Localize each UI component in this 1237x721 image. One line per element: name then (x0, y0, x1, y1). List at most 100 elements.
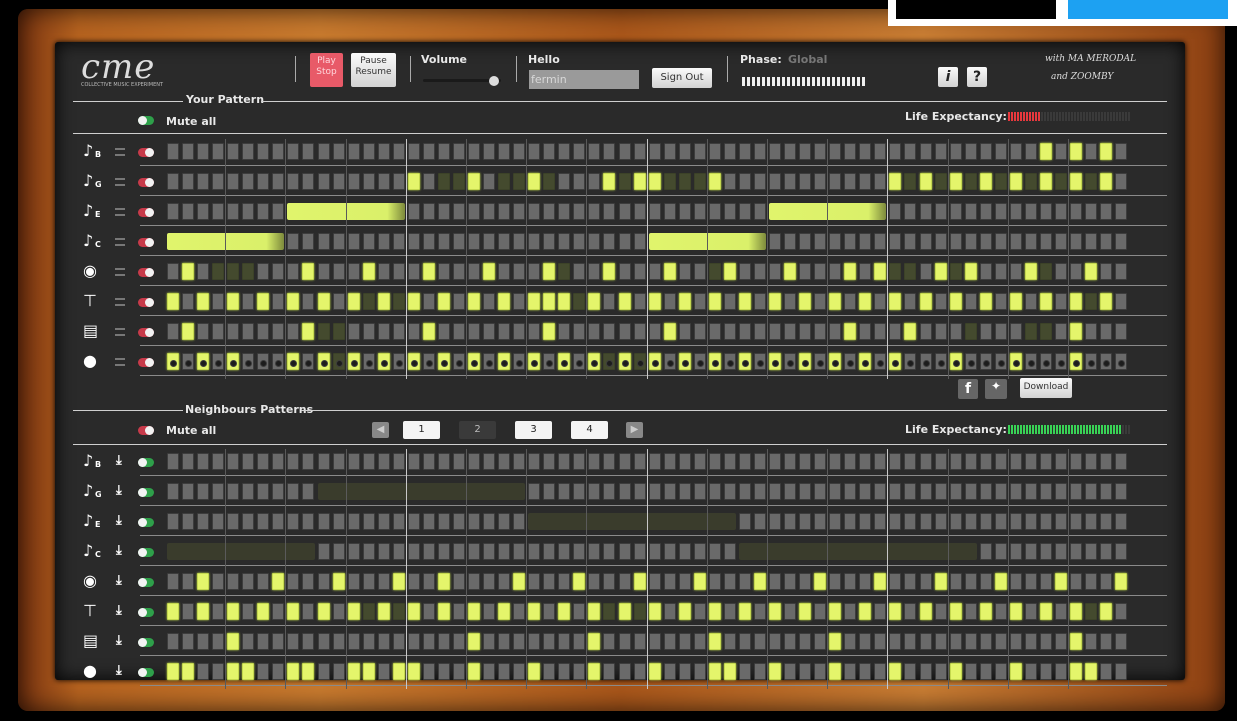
step-cell[interactable] (724, 143, 736, 160)
step-cell[interactable] (634, 263, 646, 280)
step-cell[interactable] (272, 173, 284, 190)
step-cell[interactable] (318, 453, 330, 470)
row-mixer-icon[interactable] (115, 298, 125, 306)
step-cell[interactable] (498, 323, 510, 340)
step-cell[interactable] (588, 483, 600, 500)
step-cell[interactable] (1085, 633, 1097, 650)
step-cell[interactable] (950, 203, 962, 220)
step-cell[interactable] (664, 603, 676, 620)
step-cell[interactable] (588, 663, 600, 680)
step-cell[interactable] (1070, 203, 1082, 220)
step-cell[interactable] (859, 143, 871, 160)
step-cell[interactable] (1010, 603, 1022, 620)
step-cell[interactable] (318, 233, 330, 250)
step-cell[interactable] (363, 263, 375, 280)
step-cell[interactable] (573, 233, 585, 250)
step-cell[interactable] (844, 573, 856, 590)
step-cell[interactable] (227, 143, 239, 160)
step-cell[interactable] (1115, 453, 1127, 470)
step-cell[interactable] (167, 453, 179, 470)
step-cell[interactable] (935, 293, 947, 310)
step-cell[interactable] (588, 633, 600, 650)
step-cell[interactable] (498, 573, 510, 590)
step-cell[interactable] (995, 293, 1007, 310)
step-cell[interactable] (1100, 263, 1112, 280)
step-cell[interactable] (257, 203, 269, 220)
step-cell[interactable] (588, 173, 600, 190)
step-cell[interactable] (513, 173, 525, 190)
step-cell[interactable] (302, 603, 314, 620)
row-mixer-icon[interactable] (115, 178, 125, 186)
step-cell[interactable] (679, 483, 691, 500)
step-cell[interactable] (634, 203, 646, 220)
step-cell[interactable] (227, 633, 239, 650)
step-cell[interactable] (769, 573, 781, 590)
step-cell[interactable] (242, 323, 254, 340)
sustained-note-bar[interactable] (528, 513, 736, 530)
step-cell[interactable] (829, 483, 841, 500)
step-cell[interactable] (197, 513, 209, 530)
step-cell[interactable] (212, 573, 224, 590)
step-cell[interactable] (393, 543, 405, 560)
step-cell[interactable] (333, 633, 345, 650)
step-cell[interactable] (980, 293, 992, 310)
step-cell[interactable] (483, 543, 495, 560)
step-cell[interactable] (1055, 263, 1067, 280)
page-button-4[interactable]: 4 (571, 421, 608, 439)
step-cell[interactable] (649, 453, 661, 470)
step-cell[interactable] (634, 573, 646, 590)
step-cell[interactable] (799, 323, 811, 340)
step-cell[interactable] (664, 543, 676, 560)
step-cell[interactable] (573, 323, 585, 340)
step-cell[interactable] (649, 173, 661, 190)
step-cell[interactable] (619, 293, 631, 310)
step-cell[interactable] (649, 663, 661, 680)
step-cell[interactable] (1055, 173, 1067, 190)
step-cell[interactable] (438, 573, 450, 590)
step-cell[interactable] (694, 603, 706, 620)
step-cell[interactable] (950, 173, 962, 190)
step-cell[interactable] (182, 573, 194, 590)
step-cell[interactable] (709, 543, 721, 560)
step-cell[interactable] (784, 233, 796, 250)
step-cell[interactable] (257, 173, 269, 190)
step-cell[interactable] (528, 603, 540, 620)
step-cell[interactable] (513, 513, 525, 530)
step-cell[interactable] (965, 663, 977, 680)
step-cell[interactable] (197, 143, 209, 160)
step-cell[interactable] (1115, 263, 1127, 280)
step-cell[interactable] (1040, 173, 1052, 190)
step-cell[interactable] (829, 663, 841, 680)
step-cell[interactable] (498, 173, 510, 190)
step-cell[interactable] (724, 293, 736, 310)
step-cell[interactable] (558, 173, 570, 190)
step-cell[interactable] (904, 633, 916, 650)
step-cell[interactable] (513, 633, 525, 650)
step-cell[interactable] (498, 633, 510, 650)
step-cell[interactable] (227, 483, 239, 500)
step-cell[interactable] (619, 543, 631, 560)
step-cell[interactable] (1025, 323, 1037, 340)
step-cell[interactable] (363, 453, 375, 470)
step-cell[interactable] (167, 633, 179, 650)
step-cell[interactable] (754, 203, 766, 220)
step-cell[interactable] (664, 293, 676, 310)
step-cell[interactable] (799, 573, 811, 590)
step-cell[interactable] (272, 513, 284, 530)
step-cell[interactable] (182, 483, 194, 500)
step-cell[interactable] (634, 293, 646, 310)
step-cell[interactable] (844, 453, 856, 470)
step-cell[interactable] (769, 293, 781, 310)
step-cell[interactable] (1010, 263, 1022, 280)
step-cell[interactable] (287, 603, 299, 620)
step-cell[interactable] (889, 453, 901, 470)
step-cell[interactable] (980, 143, 992, 160)
step-cell[interactable] (874, 453, 886, 470)
step-cell[interactable] (664, 483, 676, 500)
step-cell[interactable] (859, 513, 871, 530)
step-cell[interactable] (1070, 663, 1082, 680)
step-cell[interactable] (573, 603, 585, 620)
step-cell[interactable] (573, 453, 585, 470)
step-cell[interactable] (558, 233, 570, 250)
step-cell[interactable] (1010, 293, 1022, 310)
